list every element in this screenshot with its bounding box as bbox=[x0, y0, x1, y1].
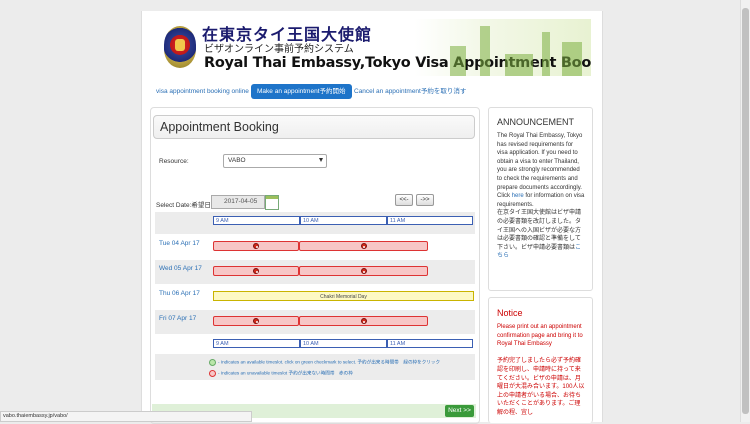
unavailable-icon bbox=[253, 243, 259, 249]
hour-label: 10 AM bbox=[300, 339, 387, 348]
announcement-body-jp: 在京タイ王国大使館はビザ申請の必要書類を改訂しました。タイ王国への入国ビザが必要… bbox=[497, 210, 582, 251]
page-scrollbar[interactable] bbox=[740, 0, 750, 422]
resource-label: Resource: bbox=[159, 158, 189, 165]
notice-body-jp: 予約完了しましたら必ず予約確認を印刷し、申請時に持って来てください。ビザの申請は… bbox=[497, 358, 585, 416]
page-title: Appointment Booking bbox=[160, 120, 279, 134]
unavailable-slot bbox=[213, 266, 299, 276]
available-icon bbox=[209, 359, 216, 366]
hour-header-row: 9 AM 10 AM 11 AM bbox=[155, 212, 475, 234]
date-input[interactable]: 2017-04-05 bbox=[211, 195, 265, 209]
booking-panel: Appointment Booking Resource: VABO Selec… bbox=[150, 107, 480, 424]
unavailable-icon bbox=[253, 268, 259, 274]
announcement-box: ANNOUNCEMENT The Royal Thai Embassy, Tok… bbox=[488, 107, 593, 291]
announcement-title: ANNOUNCEMENT bbox=[497, 117, 575, 127]
nav-cancel-appointment[interactable]: Cancel an appointment予約を取り消す bbox=[348, 84, 472, 99]
unavailable-slot bbox=[213, 316, 299, 326]
notice-body-en: Please print out an appointment confirma… bbox=[497, 324, 583, 348]
calendar-icon[interactable] bbox=[265, 195, 279, 210]
unavailable-icon bbox=[209, 370, 216, 377]
legend-available-text: - Indicates an available timeslot. click… bbox=[218, 359, 441, 365]
unavailable-slot bbox=[299, 241, 428, 251]
resource-select[interactable]: VABO bbox=[223, 154, 327, 168]
unavailable-slot bbox=[213, 241, 299, 251]
hour-label: 9 AM bbox=[213, 339, 300, 348]
day-row: Thu 06 Apr 17 Chakri Memorial Day bbox=[155, 285, 475, 309]
unavailable-icon bbox=[360, 268, 367, 274]
unavailable-icon bbox=[360, 243, 367, 249]
resource-select-value: VABO bbox=[228, 157, 246, 164]
hour-label: 11 AM bbox=[387, 216, 473, 225]
site-banner: 在東京タイ王国大使館 ビザオンライン事前予約システム Royal Thai Em… bbox=[150, 19, 591, 76]
day-label: Tue 04 Apr 17 bbox=[159, 240, 200, 247]
notice-box: Notice Please print out an appointment c… bbox=[488, 297, 593, 423]
scroll-thumb[interactable] bbox=[742, 8, 749, 414]
next-button[interactable]: Next >> bbox=[445, 405, 474, 417]
panel-header: Appointment Booking bbox=[153, 115, 475, 139]
unavailable-icon bbox=[360, 318, 367, 324]
temple-decoration bbox=[542, 32, 550, 76]
unavailable-slot bbox=[299, 316, 428, 326]
day-row: Wed 05 Apr 17 bbox=[155, 260, 475, 284]
legend-available: - Indicates an available timeslot. click… bbox=[209, 359, 440, 366]
unavailable-icon bbox=[253, 318, 259, 324]
day-label: Thu 06 Apr 17 bbox=[159, 290, 200, 297]
holiday-slot: Chakri Memorial Day bbox=[213, 291, 474, 301]
temple-decoration bbox=[562, 42, 582, 76]
temple-decoration bbox=[480, 26, 490, 76]
announcement-text: The Royal Thai Embassy, Tokyo has revise… bbox=[497, 132, 585, 261]
day-row: Tue 04 Apr 17 bbox=[155, 235, 475, 259]
hour-footer-row: 9 AM 10 AM 11 AM bbox=[155, 335, 475, 353]
hour-label: 10 AM bbox=[300, 216, 387, 225]
seal-emblem bbox=[175, 39, 185, 51]
hour-label: 9 AM bbox=[213, 216, 300, 225]
nav-visa-home[interactable]: visa appointment booking online bbox=[150, 84, 255, 99]
date-label: Select Date:希望日 bbox=[156, 202, 211, 209]
day-label: Fri 07 Apr 17 bbox=[159, 315, 197, 322]
temple-decoration bbox=[450, 46, 466, 76]
banner-subtitle-jp: ビザオンライン事前予約システム bbox=[204, 44, 354, 55]
day-row: Fri 07 Apr 17 bbox=[155, 310, 475, 334]
temple-decoration bbox=[505, 54, 533, 76]
next-week-button[interactable]: ->> bbox=[416, 194, 434, 206]
requirements-link[interactable]: here bbox=[512, 193, 524, 199]
legend: - Indicates an available timeslot. click… bbox=[209, 355, 471, 381]
prev-week-button[interactable]: <<- bbox=[395, 194, 413, 206]
announcement-body-tail: for information on visa requirements. bbox=[497, 193, 585, 208]
legend-unavailable: - Indicates an unavailable timeslot 予約が出… bbox=[209, 370, 353, 377]
notice-title: Notice bbox=[497, 308, 523, 318]
notice-text: Please print out an appointment confirma… bbox=[497, 323, 585, 418]
legend-unavailable-text: - Indicates an unavailable timeslot 予約が出… bbox=[218, 370, 353, 376]
hour-label: 11 AM bbox=[387, 339, 473, 348]
nav-make-appointment[interactable]: Make an appointment予約開始 bbox=[251, 84, 352, 99]
chevron-down-icon bbox=[319, 158, 323, 162]
day-label: Wed 05 Apr 17 bbox=[159, 265, 202, 272]
unavailable-slot bbox=[299, 266, 428, 276]
announcement-body: The Royal Thai Embassy, Tokyo has revise… bbox=[497, 133, 583, 200]
date-input-value: 2017-04-05 bbox=[224, 198, 258, 205]
status-bar-url: vabo.thaiembassy.jp/vabo/ bbox=[0, 411, 252, 422]
top-nav: visa appointment booking online Make an … bbox=[150, 84, 480, 100]
